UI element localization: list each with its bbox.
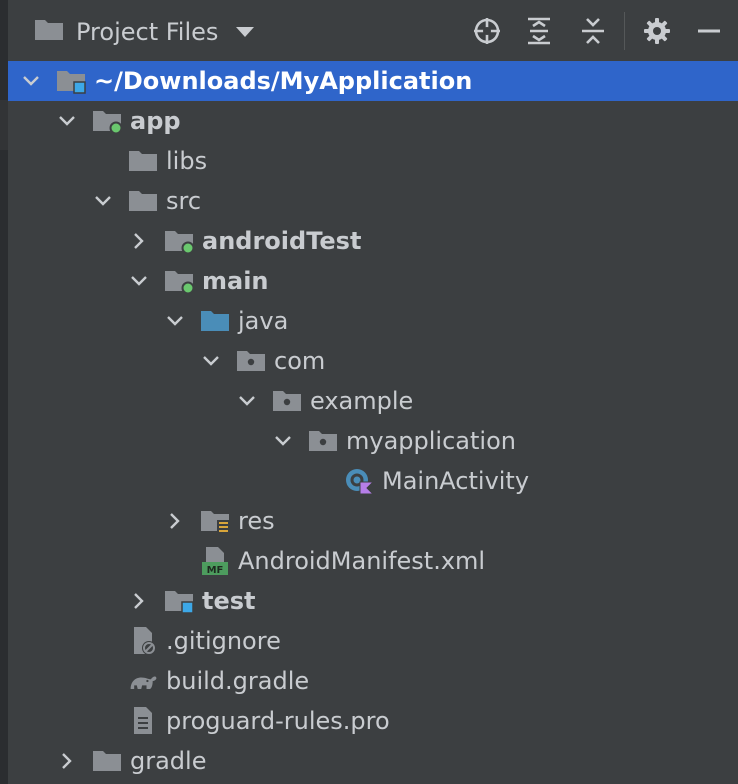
tree-item-label: build.gradle <box>166 667 310 695</box>
tree-item-label: androidTest <box>202 227 362 255</box>
tree-item-res[interactable]: res <box>8 501 738 541</box>
tree-item-myapplication[interactable]: myapplication <box>8 421 738 461</box>
tree-item-label: java <box>238 307 289 335</box>
android-module-folder-icon <box>164 267 194 295</box>
package-icon <box>272 387 302 415</box>
project-tree: ~/Downloads/MyApplication app libs src andro… <box>8 61 738 781</box>
tree-item-label: ~/Downloads/MyApplication <box>94 67 473 95</box>
tool-strip-marker <box>0 100 8 150</box>
tree-item-libs[interactable]: libs <box>8 141 738 181</box>
tree-item-androidtest[interactable]: androidTest <box>8 221 738 261</box>
folder-icon <box>128 187 158 215</box>
tree-item-build-gradle[interactable]: build.gradle <box>8 661 738 701</box>
tree-item-gradle[interactable]: gradle <box>8 741 738 781</box>
chevron-down-icon[interactable] <box>94 192 112 210</box>
tree-item-example[interactable]: example <box>8 381 738 421</box>
android-module-folder-icon <box>164 227 194 255</box>
tree-item-label: com <box>274 347 326 375</box>
tree-item-label: example <box>310 387 414 415</box>
tree-item-proguard-rules-pro[interactable]: proguard-rules.pro <box>8 701 738 741</box>
tree-item-label: .gitignore <box>166 627 281 655</box>
folder-icon <box>34 17 64 47</box>
svg-text:MF: MF <box>207 565 224 576</box>
test-folder-icon <box>164 587 194 615</box>
kotlin-class-icon <box>344 467 374 495</box>
chevron-down-icon[interactable] <box>22 72 40 90</box>
locate-icon[interactable] <box>470 14 504 48</box>
tree-item-label: gradle <box>130 747 207 775</box>
project-tool-window: Project Files ~/Downloads/MyApplication … <box>0 0 738 784</box>
tree-item-label: app <box>130 107 181 135</box>
folder-icon <box>128 147 158 175</box>
chevron-down-icon[interactable] <box>202 352 220 370</box>
chevron-down-icon[interactable] <box>166 312 184 330</box>
tree-item-label: test <box>202 587 256 615</box>
chevron-right-icon[interactable] <box>130 592 148 610</box>
package-icon <box>308 427 338 455</box>
tree-item-com[interactable]: com <box>8 341 738 381</box>
tree-item-label: libs <box>166 147 208 175</box>
package-icon <box>236 347 266 375</box>
resources-folder-icon <box>200 507 230 535</box>
chevron-right-icon[interactable] <box>130 232 148 250</box>
tree-item-androidmanifest-xml[interactable]: MF AndroidManifest.xml <box>8 541 738 581</box>
view-selector-dropdown[interactable]: Project Files <box>34 10 255 54</box>
tree-item-gitignore[interactable]: .gitignore <box>8 621 738 661</box>
tree-item-mainactivity[interactable]: MainActivity <box>8 461 738 501</box>
tree-item-label: res <box>238 507 275 535</box>
chevron-down-icon[interactable] <box>58 112 76 130</box>
tool-window-header: Project Files <box>8 0 738 62</box>
manifest-file-icon: MF <box>200 547 230 576</box>
tree-item-label: myapplication <box>346 427 516 455</box>
tree-item-label: AndroidManifest.xml <box>238 547 486 575</box>
minimize-icon[interactable] <box>692 14 726 48</box>
android-module-folder-icon <box>92 107 122 135</box>
tree-item-label: main <box>202 267 269 295</box>
chevron-right-icon[interactable] <box>166 512 184 530</box>
tree-item-java[interactable]: java <box>8 301 738 341</box>
tree-item-downloads-myapplication[interactable]: ~/Downloads/MyApplication <box>8 61 738 101</box>
view-selector-label: Project Files <box>76 18 219 46</box>
tree-item-label: MainActivity <box>382 467 530 495</box>
chevron-down-icon[interactable] <box>238 392 256 410</box>
chevron-right-icon[interactable] <box>58 752 76 770</box>
gear-icon[interactable] <box>640 14 674 48</box>
collapse-all-icon[interactable] <box>576 14 610 48</box>
tree-item-label: proguard-rules.pro <box>166 707 390 735</box>
source-folder-icon <box>200 307 230 335</box>
gradle-icon <box>128 667 158 695</box>
tree-item-test[interactable]: test <box>8 581 738 621</box>
tree-item-main[interactable]: main <box>8 261 738 301</box>
chevron-down-icon[interactable] <box>274 432 292 450</box>
module-folder-icon <box>56 67 86 95</box>
ignored-file-icon <box>128 627 158 655</box>
text-file-icon <box>128 707 158 735</box>
chevron-down-icon[interactable] <box>130 272 148 290</box>
left-tool-strip <box>0 0 8 784</box>
toolbar-separator <box>624 12 625 50</box>
tree-item-src[interactable]: src <box>8 181 738 221</box>
expand-all-icon[interactable] <box>522 14 556 48</box>
folder-icon <box>92 747 122 775</box>
chevron-down-icon <box>236 27 255 37</box>
tree-item-label: src <box>166 187 202 215</box>
tree-item-app[interactable]: app <box>8 101 738 141</box>
